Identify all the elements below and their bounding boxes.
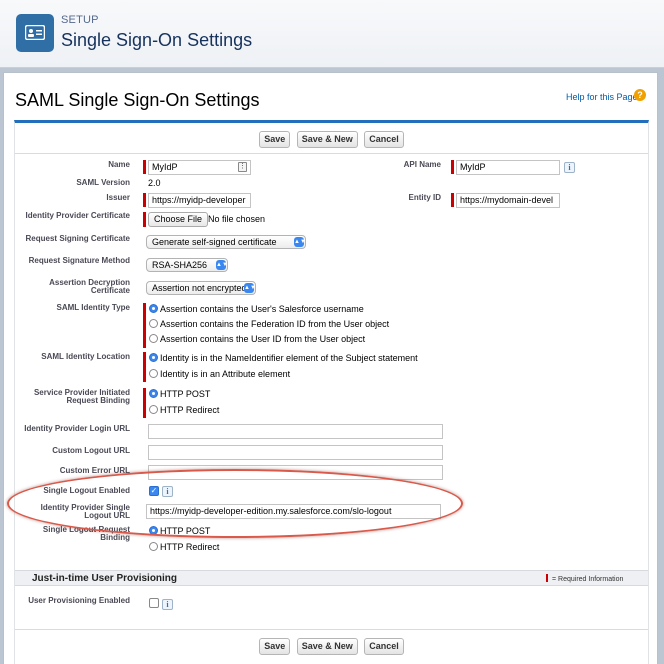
select-value: Assertion not encrypted: [152, 283, 247, 293]
required-marker: [143, 352, 146, 382]
issuer-input[interactable]: https://myidp-developer: [148, 193, 251, 208]
radio-selected[interactable]: [149, 389, 158, 398]
required-marker: [143, 193, 146, 207]
highlight-ellipse: [7, 469, 463, 538]
radio[interactable]: [149, 369, 158, 378]
cancel-button[interactable]: Cancel: [364, 131, 404, 148]
idp-login-url-input[interactable]: [148, 424, 443, 439]
sp-request-binding-label: Service Provider Initiated Request Bindi…: [33, 388, 130, 405]
identity-location-option-attribute[interactable]: Identity is in an Attribute element: [149, 369, 290, 380]
identity-type-option-federation-id[interactable]: Assertion contains the Federation ID fro…: [149, 319, 389, 330]
radio-label: HTTP Redirect: [160, 542, 220, 552]
api-name-label: API Name: [403, 160, 441, 169]
radio[interactable]: [149, 405, 158, 414]
save-button[interactable]: Save: [259, 131, 291, 148]
section-title: Just-in-time User Provisioning: [32, 573, 178, 584]
custom-logout-url-input[interactable]: [148, 445, 443, 460]
sp-binding-option-redirect[interactable]: HTTP Redirect: [149, 405, 219, 416]
name-input[interactable]: MyIdP: [148, 160, 251, 175]
required-marker: [143, 160, 146, 174]
saml-identity-location-label: SAML Identity Location: [41, 352, 130, 361]
radio-label: Identity is in an Attribute element: [160, 369, 291, 379]
jit-section-header: Just-in-time User Provisioning = Require…: [15, 570, 648, 586]
required-marker: [451, 160, 454, 174]
top-button-bar: Save Save & New Cancel: [15, 131, 648, 153]
cancel-button[interactable]: Cancel: [364, 638, 404, 655]
file-status: No file chosen: [208, 214, 266, 224]
main-panel: SAML Single Sign-On Settings Help for th…: [3, 72, 658, 664]
divider: [15, 629, 648, 630]
user-provisioning-enabled-label: User Provisioning Enabled: [28, 596, 130, 605]
page-title: SAML Single Sign-On Settings: [15, 90, 260, 110]
required-marker: [451, 193, 454, 207]
edit-form: Save Save & New Cancel Name MyIdP ⋮ API …: [14, 120, 649, 664]
radio-label: Identity is in the NameIdentifier elemen…: [160, 353, 418, 363]
radio-label: HTTP Redirect: [160, 405, 220, 415]
request-signature-method-select[interactable]: RSA-SHA256 ▲▼: [146, 258, 228, 272]
info-icon[interactable]: i: [162, 599, 173, 610]
user-provisioning-enabled-checkbox[interactable]: [149, 598, 159, 608]
saml-identity-type-label: SAML Identity Type: [56, 303, 131, 312]
bottom-button-bar: Save Save & New Cancel: [15, 638, 648, 660]
setup-header: SETUP Single Sign-On Settings: [0, 0, 664, 68]
api-name-input[interactable]: MyIdP: [456, 160, 560, 175]
radio[interactable]: [149, 542, 158, 551]
choose-file-button[interactable]: Choose File: [148, 212, 209, 227]
assertion-decryption-cert-label: Assertion Decryption Certificate: [49, 278, 130, 295]
radio-label: Assertion contains the User's Salesforce…: [160, 304, 364, 314]
sp-binding-option-post[interactable]: HTTP POST: [149, 389, 210, 400]
required-marker: [143, 388, 146, 418]
required-legend: = Required Information: [546, 574, 623, 583]
radio[interactable]: [149, 334, 158, 343]
radio-label: Assertion contains the Federation ID fro…: [160, 319, 390, 329]
identity-type-option-username[interactable]: Assertion contains the User's Salesforce…: [149, 304, 364, 315]
issuer-label: Issuer: [106, 193, 130, 202]
custom-logout-url-label: Custom Logout URL: [52, 446, 130, 455]
radio-label: HTTP POST: [160, 389, 211, 399]
saml-version-label: SAML Version: [76, 178, 130, 187]
radio-label: Assertion contains the User ID from the …: [160, 334, 366, 344]
setup-id-card-icon: [16, 14, 54, 52]
save-button[interactable]: Save: [259, 638, 291, 655]
entity-id-label: Entity ID: [408, 193, 441, 202]
header-title: Single Sign-On Settings: [61, 30, 253, 50]
idp-certificate-label: Identity Provider Certificate: [25, 211, 130, 220]
radio[interactable]: [149, 319, 158, 328]
divider: [15, 153, 648, 154]
select-value: Generate self-signed certificate: [152, 237, 277, 247]
assertion-decryption-cert-select[interactable]: Assertion not encrypted ▲▼: [146, 281, 256, 295]
request-signing-cert-select[interactable]: Generate self-signed certificate ▲▼: [146, 235, 306, 249]
lookup-icon[interactable]: ⋮: [238, 162, 247, 172]
radio-selected[interactable]: [149, 353, 158, 362]
save-new-button[interactable]: Save & New: [296, 131, 358, 148]
identity-type-option-user-id[interactable]: Assertion contains the User ID from the …: [149, 334, 365, 345]
required-legend-text: = Required Information: [552, 576, 624, 583]
info-icon[interactable]: i: [564, 162, 575, 173]
idp-login-url-label: Identity Provider Login URL: [24, 424, 130, 433]
saml-version-value: 2.0: [148, 178, 161, 188]
help-link[interactable]: Help for this Page: [566, 92, 638, 102]
identity-location-option-nameidentifier[interactable]: Identity is in the NameIdentifier elemen…: [149, 353, 418, 364]
name-label: Name: [108, 160, 130, 169]
required-marker: [546, 574, 548, 582]
chevron-updown-icon: ▲▼: [244, 283, 256, 293]
chevron-updown-icon: ▲▼: [216, 260, 228, 270]
required-marker: [143, 303, 146, 348]
request-signing-cert-label: Request Signing Certificate: [25, 234, 130, 243]
required-marker: [143, 212, 146, 227]
select-value: RSA-SHA256: [152, 260, 208, 270]
slo-binding-option-redirect[interactable]: HTTP Redirect: [149, 542, 219, 553]
save-new-button[interactable]: Save & New: [296, 638, 358, 655]
chevron-updown-icon: ▲▼: [294, 237, 306, 247]
help-icon[interactable]: ?: [634, 89, 646, 101]
radio-selected[interactable]: [149, 304, 158, 313]
request-signature-method-label: Request Signature Method: [28, 256, 130, 265]
setup-label: SETUP: [61, 14, 99, 26]
entity-id-input[interactable]: https://mydomain-devel: [456, 193, 560, 208]
